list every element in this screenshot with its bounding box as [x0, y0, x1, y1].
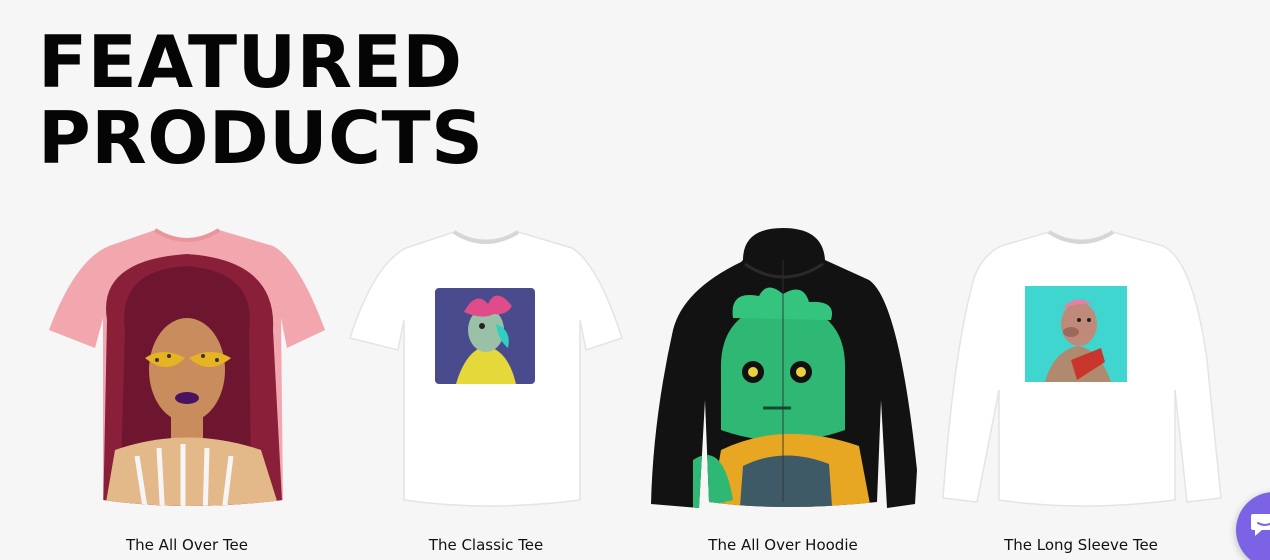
- product-grid: The All Over Tee The Classic Tee The All…: [0, 220, 1270, 560]
- product-name[interactable]: The Classic Tee: [336, 536, 636, 554]
- product-card-long-sleeve-tee[interactable]: The Long Sleeve Tee: [931, 220, 1231, 560]
- long-sleeve-tee-image[interactable]: [931, 220, 1231, 520]
- all-over-hoodie-image[interactable]: [633, 220, 933, 520]
- chat-icon: [1251, 514, 1270, 536]
- classic-tee-image[interactable]: [336, 220, 636, 520]
- product-card-all-over-hoodie[interactable]: The All Over Hoodie: [633, 220, 933, 560]
- section-heading: FEATURED PRODUCTS: [38, 24, 483, 176]
- heading-line-2: PRODUCTS: [38, 96, 484, 180]
- heading-line-1: FEATURED: [38, 20, 463, 104]
- all-over-tee-image[interactable]: [37, 220, 337, 520]
- product-card-all-over-tee[interactable]: The All Over Tee: [37, 220, 337, 560]
- product-card-classic-tee[interactable]: The Classic Tee: [336, 220, 636, 560]
- product-name[interactable]: The All Over Tee: [37, 536, 337, 554]
- product-name[interactable]: The All Over Hoodie: [633, 536, 933, 554]
- product-name[interactable]: The Long Sleeve Tee: [931, 536, 1231, 554]
